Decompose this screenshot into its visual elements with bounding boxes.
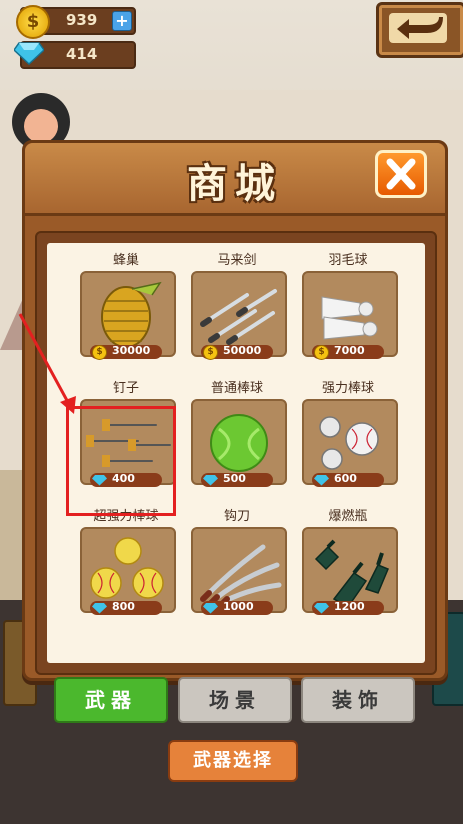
item-price: 1200 <box>334 600 365 613</box>
item-price-tag: 500 <box>201 472 273 487</box>
item-price: 600 <box>334 472 357 485</box>
diamond-icon <box>92 603 107 614</box>
gem-amount: 414 <box>66 45 98 63</box>
angry-face-icon <box>24 109 58 143</box>
baseballs-icon <box>319 416 379 470</box>
diamond-icon <box>14 42 44 65</box>
diamond-icon <box>314 475 329 486</box>
diamond-icon <box>203 475 218 486</box>
hook-knives-icon <box>200 544 282 608</box>
tab-decorations[interactable]: 装饰 <box>301 677 415 723</box>
item-price: 50000 <box>223 344 262 357</box>
shop-header: 商城 <box>25 143 445 216</box>
selection-highlight-box <box>66 406 176 516</box>
yellow-balls-icon <box>90 537 164 599</box>
item-name: 蜂巢 <box>112 253 139 268</box>
shop-item-normal-baseball[interactable]: 普通棒球 500 <box>187 377 287 497</box>
shop-item-honeycomb[interactable]: 蜂巢 $ 30000 <box>76 249 176 369</box>
item-price: 30000 <box>112 344 151 357</box>
add-coins-button[interactable]: + <box>112 11 132 31</box>
coin-amount: 939 <box>66 11 98 29</box>
item-price-tag: 800 <box>90 600 162 615</box>
coin-icon: $ <box>314 345 329 360</box>
shop-item-strong-baseball[interactable]: 强力棒球 600 <box>298 377 398 497</box>
shop-item-super-baseball[interactable]: 超强力棒球 800 <box>76 505 176 625</box>
tab-scenes[interactable]: 场景 <box>178 677 292 723</box>
item-name: 羽毛球 <box>328 253 368 268</box>
green-ball-icon <box>210 414 268 472</box>
item-name: 普通棒球 <box>210 381 263 396</box>
item-price-tag: $ 30000 <box>90 344 162 360</box>
pointer-arrow-icon <box>18 313 76 414</box>
item-price: 500 <box>223 472 246 485</box>
item-price: 1000 <box>223 600 254 613</box>
shop-item-shuttlecock[interactable]: 羽毛球 $ 7000 <box>298 249 398 369</box>
shop-item-malay-sword[interactable]: 马来剑 $ 50000 <box>187 249 287 369</box>
diamond-icon <box>203 603 218 614</box>
coin-icon: $ <box>203 345 218 360</box>
item-price-tag: 1000 <box>201 600 273 615</box>
item-name: 爆燃瓶 <box>328 509 368 524</box>
honeycomb-icon <box>101 281 162 348</box>
back-arrow-icon <box>397 17 443 39</box>
item-name: 钩刀 <box>223 509 250 524</box>
bottles-icon <box>314 539 389 608</box>
diamond-icon <box>314 603 329 614</box>
tab-weapons[interactable]: 武器 <box>54 677 168 723</box>
close-icon <box>386 158 416 190</box>
close-button[interactable] <box>375 150 427 198</box>
coin-counter: $ 939 + <box>16 5 136 39</box>
shuttlecock-icon <box>321 296 378 340</box>
swords-icon <box>200 289 277 345</box>
back-button[interactable] <box>376 2 463 58</box>
coin-icon: $ <box>92 345 107 360</box>
shop-item-hook-knife[interactable]: 钩刀 1000 <box>187 505 287 625</box>
item-name: 钉子 <box>112 381 139 396</box>
gem-counter: 414 <box>14 41 136 69</box>
item-price-tag: 600 <box>312 472 384 487</box>
item-price-tag: $ 7000 <box>312 344 384 360</box>
item-price-tag: 1200 <box>312 600 384 615</box>
weapon-select-button[interactable]: 武器选择 <box>168 740 298 782</box>
item-price-tag: $ 50000 <box>201 344 273 360</box>
shop-item-molotov[interactable]: 爆燃瓶 1200 <box>298 505 398 625</box>
item-price: 800 <box>112 600 135 613</box>
item-name: 马来剑 <box>217 253 257 268</box>
coin-icon: $ <box>16 5 50 39</box>
item-price: 7000 <box>334 344 365 357</box>
item-name: 强力棒球 <box>321 381 374 396</box>
